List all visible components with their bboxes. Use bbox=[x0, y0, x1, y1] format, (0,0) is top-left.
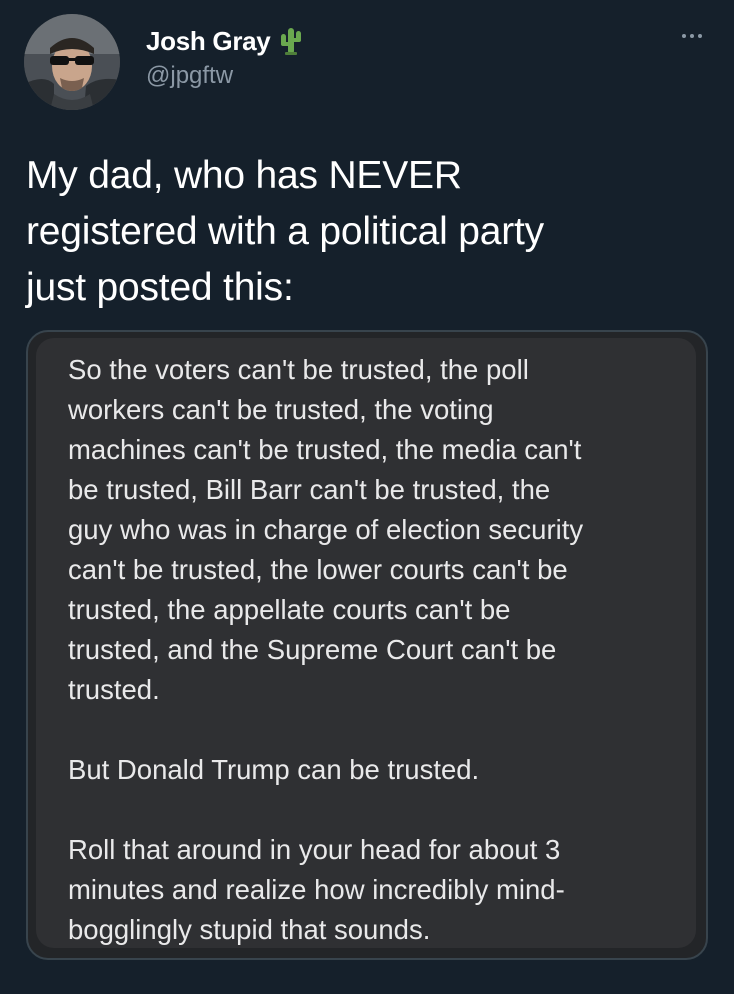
dot-icon bbox=[682, 34, 686, 38]
tweet-text: My dad, who has NEVER registered with a … bbox=[26, 148, 706, 316]
display-name-row: Josh Gray bbox=[146, 24, 304, 58]
screenshot-line: machines can't be trusted, the media can… bbox=[68, 434, 582, 465]
attached-image[interactable]: So the voters can't be trusted, the poll… bbox=[26, 330, 708, 960]
screenshot-line: trusted. bbox=[68, 674, 160, 705]
screenshot-line: So the voters can't be trusted, the poll bbox=[68, 354, 529, 385]
screenshot-line: trusted, the appellate courts can't be bbox=[68, 594, 511, 625]
screenshot-line: trusted, and the Supreme Court can't be bbox=[68, 634, 557, 665]
author-handle[interactable]: @jpgftw bbox=[146, 62, 304, 90]
avatar-image bbox=[24, 14, 120, 110]
screenshot-text: So the voters can't be trusted, the poll… bbox=[68, 350, 706, 950]
screenshot-line: Roll that around in your head for about … bbox=[68, 834, 561, 865]
tweet-header: Josh Gray @jpgftw bbox=[24, 14, 714, 110]
tweet-text-line: just posted this: bbox=[26, 266, 294, 309]
screenshot-line: But Donald Trump can be trusted. bbox=[68, 754, 480, 785]
profile-avatar[interactable] bbox=[24, 14, 120, 110]
more-options-icon[interactable] bbox=[674, 24, 710, 48]
screenshot-line: can't be trusted, the lower courts can't… bbox=[68, 554, 568, 585]
dot-icon bbox=[698, 34, 702, 38]
author-block: Josh Gray @jpgftw bbox=[146, 24, 304, 90]
screenshot-line: bogglingly stupid that sounds. bbox=[68, 914, 431, 945]
dot-icon bbox=[690, 34, 694, 38]
screenshot-line: workers can't be trusted, the voting bbox=[68, 394, 494, 425]
tweet-text-line: My dad, who has NEVER bbox=[26, 154, 462, 197]
display-name[interactable]: Josh Gray bbox=[146, 26, 271, 57]
screenshot-line: be trusted, Bill Barr can't be trusted, … bbox=[68, 474, 551, 505]
screenshot-line: minutes and realize how incredibly mind- bbox=[68, 874, 565, 905]
cactus-icon bbox=[278, 26, 304, 56]
screenshot-line: guy who was in charge of election securi… bbox=[68, 514, 584, 545]
screenshot-bubble: So the voters can't be trusted, the poll… bbox=[36, 338, 696, 948]
tweet-text-line: registered with a political party bbox=[26, 210, 544, 253]
